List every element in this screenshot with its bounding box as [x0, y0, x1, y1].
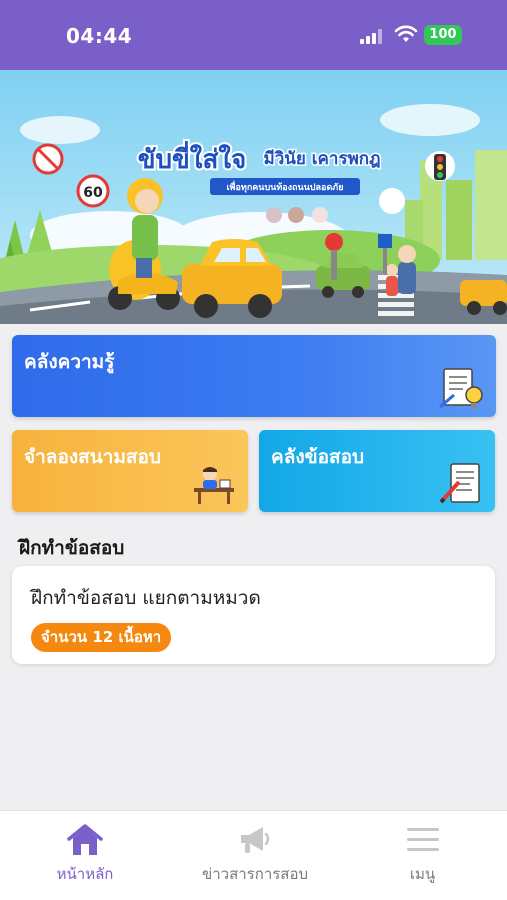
tab-menu-label: เมนู: [409, 865, 436, 883]
student-desk-icon: [194, 467, 234, 504]
banner-subheadline: มีวินัย เคารพกฎ: [263, 148, 380, 169]
hamburger-menu-icon: [406, 828, 439, 851]
status-time: 04:44: [66, 24, 133, 48]
tab-news[interactable]: ข่าวสารการสอบ: [190, 811, 320, 900]
document-lightbulb-icon: [439, 368, 483, 409]
exam-paper-pencil-icon: [439, 463, 480, 504]
mock-exam-card[interactable]: จำลองสนามสอบ: [12, 430, 248, 512]
megaphone-icon: [241, 827, 270, 853]
question-bank-card[interactable]: คลังข้อสอบ: [259, 430, 495, 512]
practice-item-title: ฝึกทำข้อสอบ แยกตามหมวด: [31, 587, 261, 609]
speed-limit-sign: 60: [83, 185, 103, 201]
practice-section-title: ฝึกทำข้อสอบ: [19, 537, 125, 559]
question-bank-label: คลังข้อสอบ: [271, 446, 365, 468]
cellular-signal-icon: [360, 28, 386, 44]
banner-illustration: 60 ขับขี่ใส่ใจ มีวินัย เคารพกฎ เพื่อทุกค…: [0, 70, 507, 324]
mock-exam-label: จำลองสนามสอบ: [24, 446, 161, 468]
promo-banner[interactable]: 60 ขับขี่ใส่ใจ มีวินัย เคารพกฎ เพื่อทุกค…: [0, 70, 507, 324]
tab-home-label: หน้าหลัก: [56, 865, 114, 883]
battery-indicator: 100: [424, 25, 462, 45]
bottom-tab-bar: หน้าหลัก ข่าวสารการสอบ เมนู: [0, 810, 507, 900]
wifi-icon: [394, 25, 418, 42]
content-count-badge: จำนวน 12 เนื้อหา: [31, 623, 172, 652]
tab-news-label: ข่าวสารการสอบ: [202, 865, 308, 883]
tab-menu[interactable]: เมนู: [370, 811, 475, 900]
home-icon: [67, 824, 103, 855]
practice-by-category-card[interactable]: ฝึกทำข้อสอบ แยกตามหมวด จำนวน 12 เนื้อหา: [12, 566, 495, 664]
tab-home[interactable]: หน้าหลัก: [30, 811, 140, 900]
knowledge-base-card[interactable]: คลังความรู้: [12, 335, 496, 417]
banner-headline: ขับขี่ใส่ใจ: [138, 140, 247, 175]
knowledge-base-label: คลังความรู้: [24, 351, 115, 373]
status-bar: 04:44 100: [0, 0, 507, 70]
